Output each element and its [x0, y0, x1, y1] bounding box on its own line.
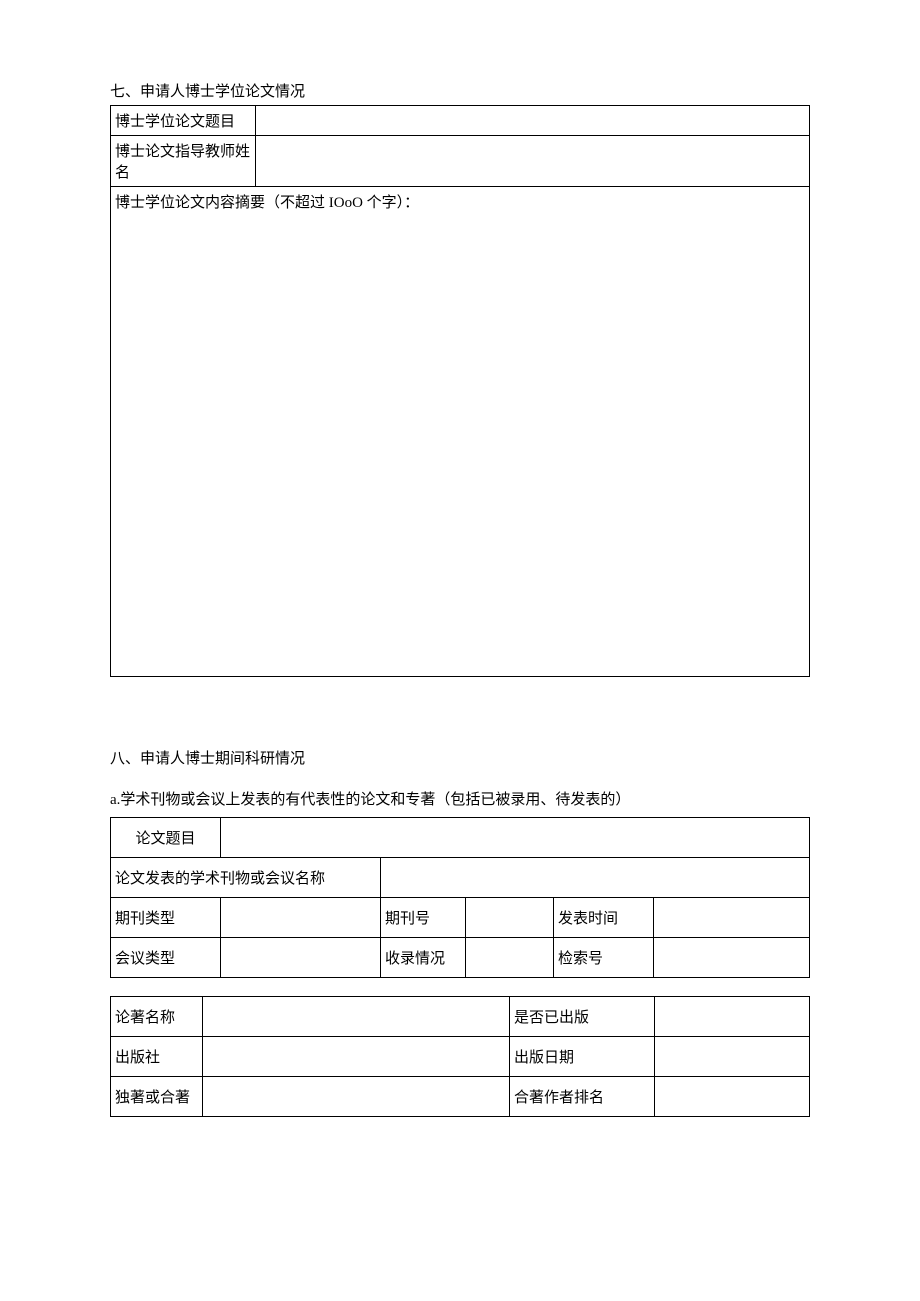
conf-type-label: 会议类型 — [111, 938, 221, 978]
table-row: 博士论文指导教师姓名 — [111, 136, 810, 187]
abstract-cell: 博士学位论文内容摘要（不超过 IOoO 个字）： — [111, 187, 810, 677]
index-no-label: 检索号 — [554, 938, 654, 978]
conf-type-value — [221, 938, 381, 978]
journal-name-label: 论文发表的学术刊物或会议名称 — [111, 858, 381, 898]
section-8b-table: 论著名称 是否已出版 出版社 出版日期 独著或合著 合著作者排名 — [110, 996, 810, 1117]
author-type-label: 独著或合著 — [111, 1077, 203, 1117]
paper-title-label: 论文题目 — [111, 818, 221, 858]
publisher-value — [203, 1037, 510, 1077]
table-row: 出版社 出版日期 — [111, 1037, 810, 1077]
journal-no-value — [466, 898, 554, 938]
publish-date-label: 出版日期 — [510, 1037, 655, 1077]
thesis-title-value — [256, 106, 810, 136]
section-8a-subtitle: a.学术刊物或会议上发表的有代表性的论文和专著（包括已被录用、待发表的） — [110, 788, 810, 809]
table-row: 博士学位论文题目 — [111, 106, 810, 136]
table-row: 独著或合著 合著作者排名 — [111, 1077, 810, 1117]
abstract-label: 博士学位论文内容摘要（不超过 IOoO 个字）： — [115, 195, 419, 211]
author-type-value — [203, 1077, 510, 1117]
coauthor-rank-value — [655, 1077, 810, 1117]
table-row: 会议类型 收录情况 检索号 — [111, 938, 810, 978]
journal-type-value — [221, 898, 381, 938]
table-row: 论文题目 — [111, 818, 810, 858]
table-row: 博士学位论文内容摘要（不超过 IOoO 个字）： — [111, 187, 810, 677]
inclusion-label: 收录情况 — [381, 938, 466, 978]
book-name-label: 论著名称 — [111, 997, 203, 1037]
table-row: 论文发表的学术刊物或会议名称 — [111, 858, 810, 898]
paper-title-value — [221, 818, 810, 858]
advisor-name-label: 博士论文指导教师姓名 — [111, 136, 256, 187]
section-7-title: 七、申请人博士学位论文情况 — [110, 80, 810, 101]
table-row: 期刊类型 期刊号 发表时间 — [111, 898, 810, 938]
book-name-value — [203, 997, 510, 1037]
publish-time-label: 发表时间 — [554, 898, 654, 938]
is-published-value — [655, 997, 810, 1037]
index-no-value — [654, 938, 810, 978]
publisher-label: 出版社 — [111, 1037, 203, 1077]
publish-date-value — [655, 1037, 810, 1077]
advisor-name-value — [256, 136, 810, 187]
section-7-table: 博士学位论文题目 博士论文指导教师姓名 博士学位论文内容摘要（不超过 IOoO … — [110, 105, 810, 677]
inclusion-value — [466, 938, 554, 978]
journal-no-label: 期刊号 — [381, 898, 466, 938]
is-published-label: 是否已出版 — [510, 997, 655, 1037]
section-8a-table: 论文题目 论文发表的学术刊物或会议名称 期刊类型 期刊号 发表时间 会议类型 收… — [110, 817, 810, 978]
journal-type-label: 期刊类型 — [111, 898, 221, 938]
section-8-title: 八、申请人博士期间科研情况 — [110, 747, 810, 768]
table-row: 论著名称 是否已出版 — [111, 997, 810, 1037]
publish-time-value — [654, 898, 810, 938]
coauthor-rank-label: 合著作者排名 — [510, 1077, 655, 1117]
journal-name-value — [381, 858, 810, 898]
thesis-title-label: 博士学位论文题目 — [111, 106, 256, 136]
